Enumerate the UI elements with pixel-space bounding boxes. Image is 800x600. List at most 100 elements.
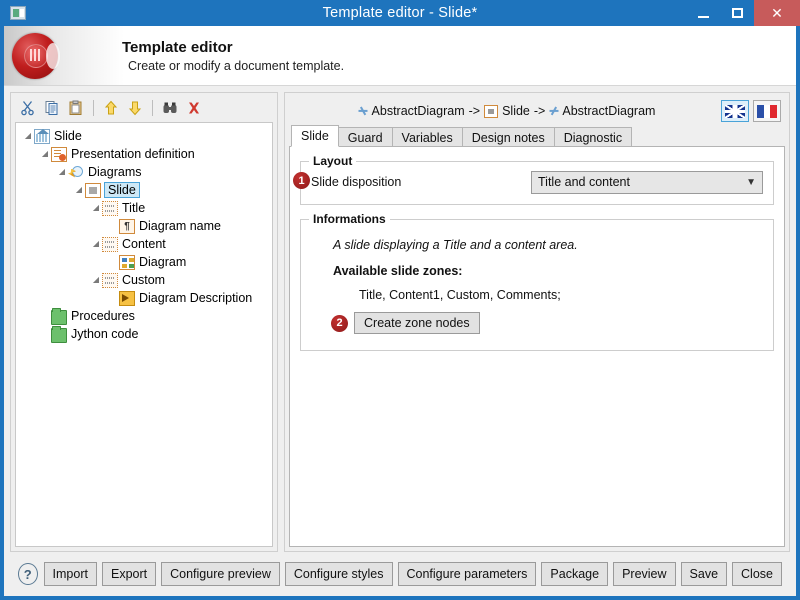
breadcrumb-part-1[interactable]: AbstractDiagram (372, 104, 465, 118)
breadcrumb: AbstractDiagram -> Slide -> AbstractDiag… (293, 104, 721, 118)
export-button[interactable]: Export (101, 562, 157, 586)
configure-styles-button[interactable]: Configure styles (284, 562, 393, 586)
tree-node[interactable]: ◢ Slide (18, 127, 270, 145)
chevron-down-icon: ▼ (746, 176, 756, 188)
tree-node[interactable]: ◢ Diagrams (18, 163, 270, 181)
tree-node[interactable]: ◢ Title (18, 199, 270, 217)
slide-disposition-select[interactable]: Title and content ▼ (531, 170, 763, 194)
find-icon[interactable] (159, 97, 181, 119)
banner-title: Template editor (122, 38, 233, 56)
paste-icon[interactable] (65, 97, 87, 119)
tree-expander-icon[interactable]: ◢ (22, 132, 34, 140)
cut-icon[interactable] (17, 97, 39, 119)
tree-expander-icon[interactable]: ◢ (90, 240, 102, 248)
editor-panel: AbstractDiagram -> Slide -> AbstractDiag… (284, 92, 790, 552)
footer-buttons: Import Export Configure preview Configure s… (43, 562, 782, 586)
import-button[interactable]: Import (43, 562, 97, 586)
tree-node[interactable]: ◢ Custom (18, 271, 270, 289)
window-title: Template editor - Slide* (322, 5, 478, 21)
move-down-icon[interactable] (124, 97, 146, 119)
tree-node-label: Jython code (71, 327, 139, 341)
breadcrumb-part-3[interactable]: AbstractDiagram (562, 104, 655, 118)
tree-node[interactable]: ¶ Diagram name (18, 217, 270, 235)
slide-disposition-value: Title and content (538, 175, 630, 189)
folder-icon (51, 325, 67, 343)
tree-expander-icon[interactable]: ◢ (90, 204, 102, 212)
help-icon[interactable]: ? (18, 563, 38, 585)
maximize-button[interactable] (720, 0, 754, 26)
app-logo-icon (12, 32, 60, 79)
tree-node[interactable]: Jython code (18, 325, 270, 343)
copy-icon[interactable] (41, 97, 63, 119)
tree-node-label: Custom (122, 273, 166, 287)
breadcrumb-arrow-2: -> (533, 104, 546, 118)
tree-node[interactable]: ◢ Presentation definition (18, 145, 270, 163)
breadcrumb-part-2[interactable]: Slide (502, 104, 530, 118)
tree-node-label: Diagram Description (139, 291, 253, 305)
tree-node[interactable]: ◢ Content (18, 235, 270, 253)
tree-expander-icon[interactable]: ◢ (56, 168, 68, 176)
create-zone-nodes-button[interactable]: Create zone nodes (354, 312, 480, 334)
tree-node[interactable]: ◢ Slide (18, 181, 270, 199)
zone-icon (102, 200, 118, 216)
banner-text: Template editor Create or modify a docum… (122, 39, 344, 73)
banner: Template editor Create or modify a docum… (4, 26, 796, 86)
available-zones-heading: Available slide zones: (333, 264, 463, 278)
layout-group-title: Layout (309, 154, 357, 168)
app-icon (10, 6, 26, 20)
create-zone-nodes-row: 2 Create zone nodes (331, 312, 763, 334)
flag-uk-button[interactable] (721, 100, 749, 122)
preview-button[interactable]: Preview (613, 562, 676, 586)
tab-guard[interactable]: Guard (337, 127, 393, 147)
tree-node-label: Content (122, 237, 166, 251)
france-flag-icon (757, 104, 778, 118)
tab-design-notes[interactable]: Design notes (461, 127, 555, 147)
tree-node-label: Diagrams (88, 165, 142, 179)
tab-diagnostic[interactable]: Diagnostic (553, 127, 633, 147)
tree-node-label: Slide (54, 129, 82, 143)
flag-fr-button[interactable] (753, 100, 781, 122)
tree-node-label: Presentation definition (71, 147, 195, 161)
informations-group: Informations A slide displaying a Title … (300, 212, 774, 351)
tree-expander-icon[interactable]: ◢ (90, 276, 102, 284)
tree-node-label: Title (122, 201, 146, 215)
save-button[interactable]: Save (680, 562, 728, 586)
tab-slide[interactable]: Slide (291, 125, 339, 147)
configure-parameters-button[interactable]: Configure parameters (397, 562, 537, 586)
presentation-icon (51, 146, 67, 162)
tree-node[interactable]: Diagram Description (18, 289, 270, 307)
uk-flag-icon (725, 104, 745, 118)
tab-variables[interactable]: Variables (391, 127, 463, 147)
layout-group: Layout 1 Slide disposition Title and con… (293, 154, 774, 205)
paragraph-icon: ¶ (119, 218, 135, 234)
tree-expander-icon[interactable]: ◢ (39, 150, 51, 158)
asterisk-icon (549, 107, 558, 116)
tree-expander-icon[interactable]: ◢ (73, 186, 85, 194)
tab-panel-slide: Layout 1 Slide disposition Title and con… (289, 146, 785, 547)
banner-subtitle: Create or modify a document template. (128, 58, 345, 73)
close-button[interactable]: Close (732, 562, 782, 586)
toolbar-separator (152, 100, 153, 116)
diagram-icon (119, 254, 135, 270)
body: ◢ Slide ◢ Presentation definition ◢ Diagrams ◢… (4, 86, 796, 552)
tree-toolbar (13, 95, 275, 121)
tree-node[interactable]: Procedures (18, 307, 270, 325)
zone-icon (102, 272, 118, 288)
language-buttons (721, 100, 781, 122)
application-window: Template editor - Slide* ✕ Template edit… (0, 0, 800, 600)
tree-node[interactable]: Diagram (18, 253, 270, 271)
zone-icon (102, 236, 118, 252)
slide-disposition-label: Slide disposition (311, 175, 402, 189)
package-button[interactable]: Package (541, 562, 609, 586)
house-icon (34, 128, 50, 144)
delete-icon[interactable] (183, 97, 205, 119)
tree-view[interactable]: ◢ Slide ◢ Presentation definition ◢ Diagrams ◢… (15, 122, 273, 547)
breadcrumb-row: AbstractDiagram -> Slide -> AbstractDiag… (289, 97, 785, 125)
move-up-icon[interactable] (100, 97, 122, 119)
minimize-button[interactable] (686, 0, 720, 26)
magic-wand-icon (68, 165, 84, 180)
configure-preview-button[interactable]: Configure preview (161, 562, 280, 586)
tree-node-label: Diagram (139, 255, 187, 269)
close-button[interactable]: ✕ (754, 0, 800, 26)
tree-panel: ◢ Slide ◢ Presentation definition ◢ Diagrams ◢… (10, 92, 278, 552)
